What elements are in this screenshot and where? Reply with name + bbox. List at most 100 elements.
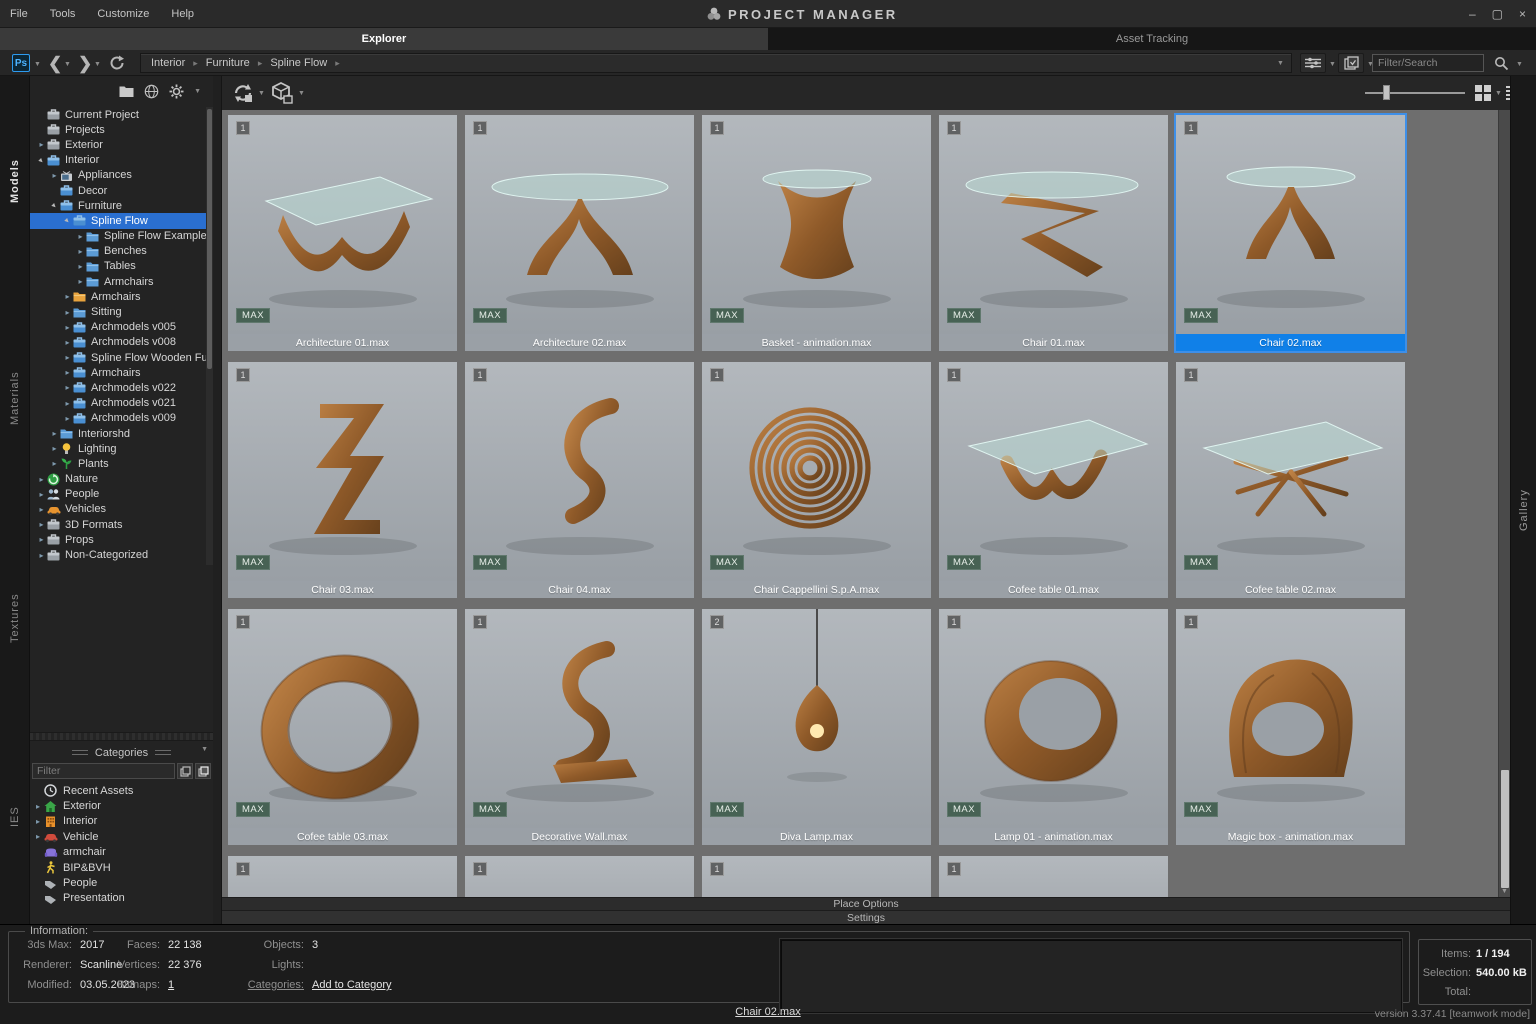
tree-item-props[interactable]: ▸Props [30,532,206,547]
tree-item-armchairs[interactable]: ▸Armchairs [30,274,206,289]
asset-tile-lamp-01-animation-max[interactable]: 1MAXLamp 01 - animation.max [939,609,1168,845]
expand-icon[interactable]: ▸ [62,308,73,317]
expand-icon[interactable]: ▸ [62,383,73,392]
category-item-vehicle[interactable]: ▸Vehicle [30,829,213,844]
category-item-people[interactable]: People [30,875,213,890]
merge-model-icon[interactable] [270,81,294,105]
expand-icon[interactable]: ▸ [30,802,42,811]
thumbnail-size-slider[interactable] [1365,84,1465,100]
menu-file[interactable]: File [8,6,30,22]
categories-dropdown-icon[interactable]: ▼ [201,746,208,753]
tab-asset-tracking[interactable]: Asset Tracking [768,28,1536,50]
categories-header[interactable]: Categories ▼ [30,744,213,761]
tree-item-archmodels-v021[interactable]: ▸Archmodels v021 [30,396,206,411]
view-options-dropdown-icon[interactable]: ▼ [1329,61,1336,68]
tree-item-benches[interactable]: ▸Benches [30,244,206,259]
grid-view-dropdown-icon[interactable]: ▼ [1495,90,1502,97]
tree-item-armchairs[interactable]: ▸Armchairs [30,289,206,304]
forward-dropdown-icon[interactable]: ▼ [94,61,101,68]
asset-tile-chair-cappellini-s-p-a-max[interactable]: 1MAXChair Cappellini S.p.A.max [702,362,931,598]
asset-tile-chair-01-max[interactable]: 1MAXChair 01.max [939,115,1168,351]
expand-icon[interactable]: ▸ [62,353,73,362]
grid-scrollbar-thumb[interactable] [1501,770,1509,888]
search-icon[interactable] [1494,56,1509,71]
breadcrumb-dropdown-icon[interactable]: ▼ [1273,56,1288,71]
forward-button[interactable]: ❯ [78,55,92,72]
expand-icon[interactable]: ▸ [36,140,47,149]
tree-item-spline-flow-example-mode[interactable]: ▸Spline Flow Example Mode [30,229,206,244]
expand-icon[interactable]: ▸ [62,414,73,423]
expand-icon[interactable]: ▸ [36,520,47,529]
tree-item-archmodels-v022[interactable]: ▸Archmodels v022 [30,380,206,395]
selected-file-link[interactable]: Chair 02.max [735,1006,800,1018]
grid-scrollbar[interactable]: ▼ [1498,110,1510,897]
category-item-interior[interactable]: ▸Interior [30,814,213,829]
asset-tile-chair-03-max[interactable]: 1MAXChair 03.max [228,362,457,598]
panel-tab-gallery[interactable]: Gallery [1511,485,1536,535]
expand-icon[interactable]: ▸ [62,338,73,347]
tree-item-3d-formats[interactable]: ▸3D Formats [30,517,206,532]
expand-icon[interactable]: ▸ [49,429,60,438]
tree-item-archmodels-v009[interactable]: ▸Archmodels v009 [30,411,206,426]
expand-icon[interactable]: ▸ [36,535,47,544]
tree-item-current-project[interactable]: Current Project [30,107,206,122]
expand-icon[interactable]: ▸ [62,399,73,408]
panel-tab-materials[interactable]: Materials [0,366,30,430]
asset-tile-partial[interactable]: 1 [702,856,931,897]
expand-icon[interactable]: ▸ [62,368,73,377]
tree-item-interiorshd[interactable]: ▸Interiorshd [30,426,206,441]
tree-item-interior[interactable]: ▸Interior [30,153,206,168]
breadcrumb[interactable]: Interior▸Furniture▸Spline Flow▸▼ [140,53,1292,73]
vertical-splitter[interactable] [213,76,222,924]
asset-tile-cofee-table-02-max[interactable]: 1MAXCofee table 02.max [1176,362,1405,598]
tree-item-armchairs[interactable]: ▸Armchairs [30,365,206,380]
asset-tile-diva-lamp-max[interactable]: 2MAXDiva Lamp.max [702,609,931,845]
tree-item-spline-flow-wooden-furniture[interactable]: ▸Spline Flow Wooden Furniture [30,350,206,365]
category-item-presentation[interactable]: Presentation [30,891,213,906]
expand-icon[interactable]: ▸ [49,171,60,180]
merge-dropdown-icon[interactable]: ▼ [298,90,305,97]
expand-icon[interactable]: ▸ [36,505,47,514]
tree-item-tables[interactable]: ▸Tables [30,259,206,274]
info-label[interactable]: Categories: [228,979,304,991]
tree-item-decor[interactable]: Decor [30,183,206,198]
info-value[interactable]: Add to Category [312,979,392,991]
expand-icon[interactable]: ▸ [62,292,73,301]
back-button[interactable]: ❮ [48,55,62,72]
search-input[interactable] [1372,54,1484,72]
asset-tile-architecture-02-max[interactable]: 1MAXArchitecture 02.max [465,115,694,351]
breadcrumb-segment[interactable]: Interior [151,57,185,69]
expand-icon[interactable]: ▸ [62,323,73,332]
photoshop-dropdown-icon[interactable]: ▼ [34,61,41,68]
tree-item-exterior[interactable]: ▸Exterior [30,137,206,152]
expand-icon[interactable]: ▸ [36,475,47,484]
asset-tile-architecture-01-max[interactable]: 1MAXArchitecture 01.max [228,115,457,351]
tree-item-non-categorized[interactable]: ▸Non-Categorized [30,547,206,562]
settings-panel[interactable]: Settings [222,910,1510,924]
expand-all-icon[interactable] [177,763,193,779]
collapse-all-icon[interactable] [195,763,211,779]
breadcrumb-segment[interactable]: Furniture [206,57,250,69]
tree-item-spline-flow[interactable]: ▸Spline Flow [30,213,206,228]
asset-tile-cofee-table-03-max[interactable]: 1MAXCofee table 03.max [228,609,457,845]
search-dropdown-icon[interactable]: ▼ [1516,61,1523,68]
info-value[interactable]: 1 [168,979,174,991]
asset-tile-chair-02-max[interactable]: 1MAXChair 02.max [1176,115,1405,351]
tree-item-archmodels-v008[interactable]: ▸Archmodels v008 [30,335,206,350]
asset-tile-chair-04-max[interactable]: 1MAXChair 04.max [465,362,694,598]
tree-item-nature[interactable]: ▸Nature [30,472,206,487]
panel-tab-models[interactable]: Models [0,150,30,212]
panel-tab-textures[interactable]: Textures [0,586,30,650]
tree-item-lighting[interactable]: ▸Lighting [30,441,206,456]
minimize-button[interactable]: – [1469,7,1476,21]
sidebar-splitter[interactable] [30,732,213,741]
menu-tools[interactable]: Tools [48,6,78,22]
maximize-button[interactable]: ▢ [1492,7,1503,21]
grid-view-icon[interactable] [1474,84,1492,102]
tree-item-people[interactable]: ▸People [30,487,206,502]
photoshop-button[interactable]: Ps [12,54,30,72]
category-item-exterior[interactable]: ▸Exterior [30,798,213,813]
asset-tile-partial[interactable]: 1 [228,856,457,897]
tree-item-furniture[interactable]: ▸Furniture [30,198,206,213]
expand-icon[interactable]: ▸ [75,232,86,241]
